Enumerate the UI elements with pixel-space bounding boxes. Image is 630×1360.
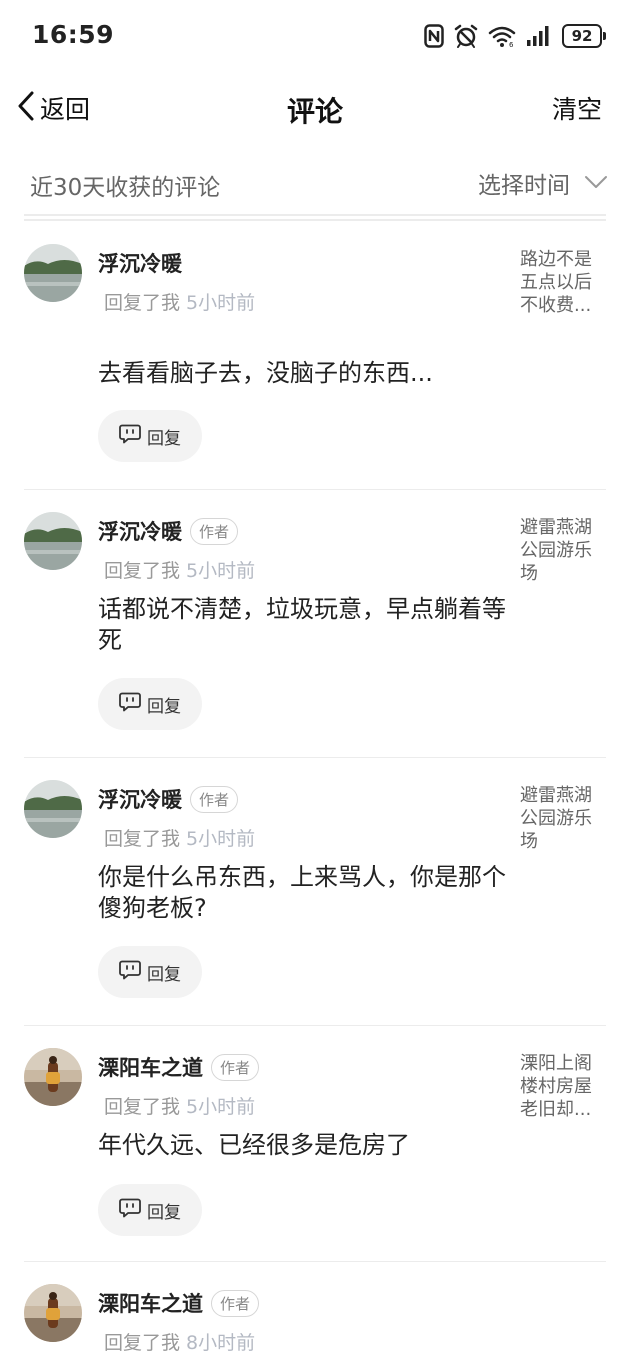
avatar[interactable] — [24, 512, 82, 570]
meta-action: 回复了我 — [104, 560, 181, 582]
comment-item: 浮沉冷暖 回复了我 5小时前 路边不是五点以后不收费... 去看看脑子去，没脑子的… — [0, 222, 630, 490]
name-row: 浮沉冷暖 — [98, 248, 182, 278]
author-badge: 作者 — [190, 517, 239, 545]
comment-item: 浮沉冷暖 作者 回复了我 5小时前 避雷燕湖公园游乐场 话都说不清楚，垃圾玩意，早… — [0, 490, 630, 758]
comment-list: 浮沉冷暖 回复了我 5小时前 路边不是五点以后不收费... 去看看脑子去，没脑子的… — [0, 222, 630, 1360]
time-select-label: 选择时间 — [478, 173, 570, 199]
message-icon — [119, 424, 141, 448]
comment-meta: 回复了我 8小时前 — [104, 1328, 255, 1355]
referenced-post[interactable]: 路边不是五点以后不收费... — [520, 248, 604, 317]
nfc-icon — [424, 24, 444, 48]
user-name[interactable]: 溧阳车之道 — [98, 1288, 203, 1318]
avatar[interactable] — [24, 244, 82, 302]
avatar[interactable] — [24, 1048, 82, 1106]
reply-label: 回复 — [147, 428, 181, 449]
user-name[interactable]: 浮沉冷暖 — [98, 516, 182, 546]
meta-action: 回复了我 — [104, 1332, 181, 1354]
time-select[interactable]: 选择时间 — [478, 166, 608, 200]
comment-item: 溧阳车之道 作者 回复了我 8小时前 — [0, 1262, 630, 1360]
comment-item: 溧阳车之道 作者 回复了我 5小时前 溧阳上阁楼村房屋老旧却... 年代久远、已经… — [0, 1026, 630, 1262]
reply-button[interactable]: 回复 — [98, 1184, 202, 1236]
message-icon — [119, 692, 141, 716]
reply-label: 回复 — [147, 964, 181, 985]
comment-meta: 回复了我 5小时前 — [104, 1092, 255, 1119]
comment-text[interactable]: 话都说不清楚，垃圾玩意，早点躺着等死 — [98, 594, 518, 656]
signal-icon — [526, 25, 552, 47]
avatar[interactable] — [24, 780, 82, 838]
reply-button[interactable]: 回复 — [98, 946, 202, 998]
status-icons: 6 92 — [424, 22, 606, 50]
meta-action: 回复了我 — [104, 1096, 181, 1118]
wifi-icon: 6 — [488, 24, 516, 48]
comment-meta: 回复了我 5小时前 — [104, 288, 255, 315]
referenced-post[interactable]: 避雷燕湖公园游乐场 — [520, 784, 604, 853]
comment-text[interactable]: 去看看脑子去，没脑子的东西... — [98, 358, 518, 389]
name-row: 浮沉冷暖 作者 — [98, 516, 239, 546]
user-name[interactable]: 浮沉冷暖 — [98, 784, 182, 814]
comment-text[interactable]: 你是什么吊东西，上来骂人，你是那个傻狗老板? — [98, 862, 518, 924]
meta-time: 5小时前 — [186, 1096, 256, 1118]
clear-button[interactable]: 清空 — [552, 90, 602, 126]
status-time: 16:59 — [32, 20, 115, 49]
meta-time: 8小时前 — [186, 1332, 256, 1354]
name-row: 溧阳车之道 作者 — [98, 1052, 260, 1082]
chevron-down-icon — [584, 174, 608, 193]
referenced-post[interactable]: 避雷燕湖公园游乐场 — [520, 516, 604, 585]
message-icon — [119, 960, 141, 984]
message-icon — [119, 1198, 141, 1222]
referenced-post[interactable]: 溧阳上阁楼村房屋老旧却... — [520, 1052, 604, 1121]
avatar[interactable] — [24, 1284, 82, 1342]
divider — [24, 219, 606, 221]
filter-label: 近30天收获的评论 — [30, 175, 221, 201]
alarm-icon — [454, 24, 478, 48]
comment-text[interactable]: 年代久远、已经很多是危房了 — [98, 1130, 518, 1161]
comment-meta: 回复了我 5小时前 — [104, 824, 255, 851]
page-title: 评论 — [286, 95, 343, 128]
meta-time: 5小时前 — [186, 292, 256, 314]
nav-header: 返回 评论 清空 — [0, 72, 630, 144]
name-row: 浮沉冷暖 作者 — [98, 784, 239, 814]
comment-item: 浮沉冷暖 作者 回复了我 5小时前 避雷燕湖公园游乐场 你是什么吊东西，上来骂人，… — [0, 758, 630, 1026]
reply-button[interactable]: 回复 — [98, 678, 202, 730]
name-row: 溧阳车之道 作者 — [98, 1288, 260, 1318]
reply-label: 回复 — [147, 696, 181, 717]
author-badge: 作者 — [211, 1289, 260, 1317]
comment-meta: 回复了我 5小时前 — [104, 556, 255, 583]
battery-level: 92 — [571, 27, 593, 45]
status-bar: 16:59 6 92 — [0, 0, 630, 72]
reply-button[interactable]: 回复 — [98, 410, 202, 462]
user-name[interactable]: 溧阳车之道 — [98, 1052, 203, 1082]
svg-text:6: 6 — [509, 41, 514, 48]
user-name[interactable]: 浮沉冷暖 — [98, 248, 182, 278]
meta-action: 回复了我 — [104, 828, 181, 850]
battery-icon: 92 — [562, 24, 606, 48]
reply-label: 回复 — [147, 1202, 181, 1223]
author-badge: 作者 — [190, 785, 239, 813]
meta-action: 回复了我 — [104, 292, 181, 314]
filter-bar: 近30天收获的评论 选择时间 — [0, 152, 630, 216]
divider — [24, 214, 606, 216]
meta-time: 5小时前 — [186, 560, 256, 582]
author-badge: 作者 — [211, 1053, 260, 1081]
meta-time: 5小时前 — [186, 828, 256, 850]
